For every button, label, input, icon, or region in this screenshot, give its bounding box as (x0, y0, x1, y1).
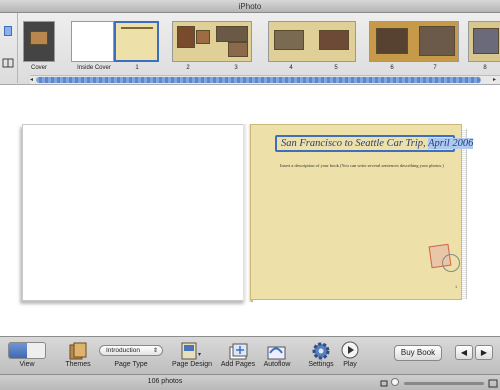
previous-page-button[interactable]: ◀ (455, 345, 473, 360)
arrow-right-icon: ▶ (480, 348, 488, 357)
scroll-right-icon[interactable]: ▸ (493, 77, 496, 84)
next-page-button[interactable]: ▶ (475, 345, 493, 360)
scrollbar-thumb[interactable] (36, 77, 481, 83)
book-page-left[interactable] (22, 124, 246, 301)
zoom-in-icon[interactable] (488, 378, 498, 388)
page-type-label: Page Type (114, 361, 148, 368)
bottom-toolbar: View Themes Introduction ⇕ Page Type Pag… (0, 336, 500, 374)
thumbnail-pages-4-5[interactable] (268, 21, 356, 62)
thumbnail-photo (376, 28, 408, 54)
thumbnail-label: Cover (30, 65, 47, 71)
page-design-label: Page Design (171, 361, 213, 368)
postmark-graphic (442, 254, 460, 272)
thumbnail-photo (319, 30, 349, 50)
autoflow-icon[interactable] (266, 341, 288, 361)
thumbnail-label: 3 (234, 65, 238, 71)
thumbnail-pages-2-3[interactable] (172, 21, 252, 62)
page-type-value: Introduction (106, 347, 140, 354)
photo-count: 106 photos (147, 378, 183, 385)
thumbnail-photo (274, 30, 304, 50)
strip-divider (17, 13, 18, 83)
thumbnail-photo (177, 26, 195, 48)
scroll-left-icon[interactable]: ◂ (30, 77, 33, 84)
zoom-out-icon[interactable] (380, 379, 388, 387)
thumbnail-photo (473, 28, 499, 54)
book-description-field[interactable]: Insert a description of your book (You c… (280, 163, 444, 168)
thumbnail-photo (30, 31, 48, 45)
thumbnail-photo (228, 42, 248, 57)
status-bar: 106 photos (0, 374, 500, 390)
single-page-view-icon[interactable] (28, 343, 45, 358)
book-title-selection: April 2006 (428, 138, 474, 149)
thumbnail-cover[interactable] (23, 21, 55, 62)
autoflow-label: Autoflow (263, 361, 291, 368)
themes-label: Themes (65, 361, 91, 368)
thumbnail-label: 8 (483, 65, 487, 71)
add-pages-label: Add Pages (220, 361, 256, 368)
zoom-slider-track[interactable] (404, 382, 484, 385)
play-label: Play (343, 361, 357, 368)
thumbnail-label: Inside Cover (77, 65, 111, 71)
page-number: 1 (455, 284, 458, 289)
thumbnail-label: 2 (186, 65, 190, 71)
thumbnail-label: 5 (334, 65, 338, 71)
book-title-field[interactable]: San Francisco to Seattle Car Trip, April… (275, 135, 474, 152)
book-page-edges (462, 129, 467, 299)
settings-label: Settings (308, 361, 334, 368)
play-icon[interactable] (341, 341, 359, 359)
layout-view-icon[interactable] (2, 57, 14, 69)
thumbnail-photo (419, 26, 455, 56)
view-segmented-control[interactable] (8, 342, 46, 359)
thumbnail-label: 6 (390, 65, 394, 71)
view-label: View (19, 361, 35, 368)
two-page-view-icon[interactable] (9, 343, 27, 358)
book-title-text: San Francisco to Seattle Car Trip, (281, 138, 429, 149)
book-page-icon[interactable] (2, 25, 14, 37)
thumbnail-scrollbar[interactable]: ◂ ▸ (30, 75, 500, 84)
thumbnail-title-line (121, 27, 153, 29)
thumbnail-pages-6-7[interactable] (369, 21, 459, 62)
buy-book-button[interactable]: Buy Book (394, 345, 442, 361)
arrow-left-icon: ◀ (460, 348, 468, 357)
page-thumbnail-strip: Cover Inside Cover 1 2 3 4 5 6 7 8 ◂ ▸ (0, 13, 500, 85)
page-design-icon[interactable] (180, 341, 202, 361)
window-title-bar: iPhoto (0, 0, 500, 13)
thumbnail-inside-cover[interactable] (71, 21, 114, 62)
gear-icon[interactable] (311, 341, 331, 361)
thumbnail-photo (196, 30, 210, 44)
themes-icon[interactable] (68, 341, 88, 361)
thumbnail-label: 1 (135, 65, 139, 71)
thumbnail-photo (216, 26, 248, 42)
chevron-updown-icon: ⇕ (152, 348, 158, 354)
thumbnail-label: 4 (289, 65, 293, 71)
thumbnail-page-1[interactable] (114, 21, 159, 62)
thumbnail-label: 7 (433, 65, 437, 71)
add-pages-icon[interactable] (228, 341, 250, 361)
thumbnail-page-8[interactable] (468, 21, 500, 62)
page-type-select[interactable]: Introduction ⇕ (99, 345, 163, 356)
zoom-slider-knob[interactable] (391, 378, 399, 386)
window-title: iPhoto (238, 2, 262, 11)
